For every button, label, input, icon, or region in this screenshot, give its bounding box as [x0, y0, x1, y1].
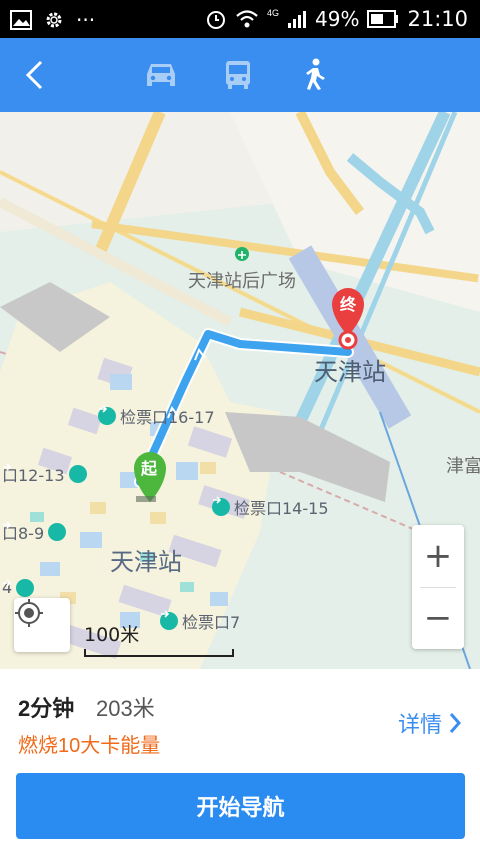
chevron-left-icon	[25, 60, 43, 90]
start-navigation-button[interactable]: 开始导航	[16, 773, 465, 839]
chevron-right-icon	[449, 713, 462, 733]
route-distance: 203米	[96, 696, 155, 721]
detail-label: 详情	[397, 712, 442, 737]
zoom-in-button[interactable]: +	[412, 525, 464, 587]
status-bar: ··· 4G 49% 21:10	[0, 0, 480, 38]
more-indicator: ···	[76, 8, 96, 32]
route-duration: 2分钟	[18, 696, 75, 721]
alarm-icon	[207, 11, 225, 29]
map-label-station-top: 天津站	[314, 358, 386, 386]
map-label-plaza: 天津站后广场	[188, 271, 296, 292]
car-icon	[147, 64, 175, 86]
mode-walk-tab[interactable]	[290, 50, 340, 100]
gate-icon	[3, 521, 67, 541]
scale-label: 100米	[84, 624, 140, 646]
mode-drive-tab[interactable]	[136, 50, 186, 100]
gate-icon	[98, 405, 116, 425]
scale-bar	[84, 649, 234, 657]
detail-link[interactable]: 详情	[398, 707, 462, 739]
end-marker-label: 终	[340, 295, 357, 314]
image-icon	[10, 10, 32, 30]
bus-icon	[226, 61, 250, 89]
zoom-out-button[interactable]: −	[412, 587, 464, 649]
map-canvas	[0, 112, 480, 669]
mode-bus-tab[interactable]	[213, 50, 263, 100]
route-calories: 燃烧10大卡能量	[18, 735, 161, 757]
walk-icon	[306, 58, 325, 90]
battery-icon	[367, 10, 399, 28]
gate-icon	[212, 496, 230, 516]
gate-8-9: 口8-9	[2, 520, 67, 544]
map-scale: 100米	[84, 620, 234, 657]
crosshair-icon	[15, 599, 43, 627]
wifi-icon	[236, 10, 258, 28]
map-label-right-edge: 津富	[446, 456, 480, 477]
route-mode-bar	[0, 38, 480, 112]
start-marker-label: 起	[141, 459, 158, 478]
gate-icon	[3, 578, 35, 597]
route-summary-panel: 2分钟 203米 燃烧10大卡能量 详情 开始导航	[0, 669, 480, 854]
back-button[interactable]	[10, 50, 60, 100]
signal-icon	[288, 11, 307, 28]
map-view[interactable]: 天津站后广场 天津站 天津站 津富 起 终 检票口16-17 口12-13 口8…	[0, 112, 480, 669]
gate-12-13: 口12-13	[2, 462, 87, 486]
battery-percent: 49%	[315, 7, 360, 31]
gate-14-15: 检票口14-15	[212, 495, 329, 519]
clock: 21:10	[407, 7, 468, 31]
locate-button[interactable]	[14, 598, 70, 652]
zoom-control: + −	[412, 525, 464, 649]
gate-4: 4	[2, 578, 35, 597]
map-label-station-main: 天津站	[110, 548, 182, 576]
gate-16-17: 检票口16-17	[98, 404, 215, 428]
network-type: 4G	[267, 8, 280, 18]
settings-icon	[46, 12, 62, 28]
gate-icon	[3, 463, 87, 483]
